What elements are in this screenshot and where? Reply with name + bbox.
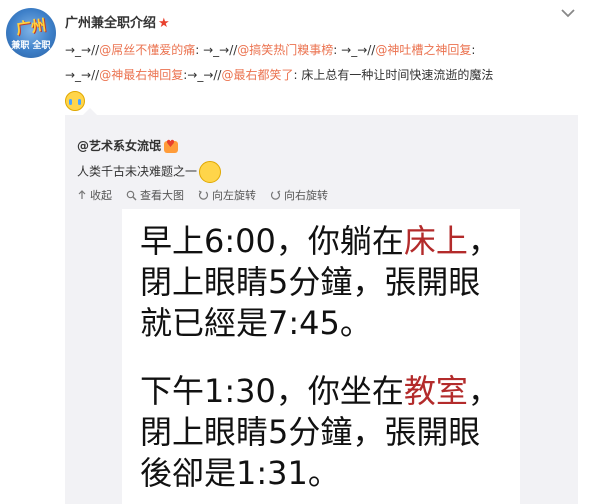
original-text-content: 人类千古未决难题之一 xyxy=(77,164,198,179)
mention-link[interactable]: @神吐槽之神回复 xyxy=(375,43,471,57)
rotate-left-button[interactable]: 向左旋转 xyxy=(198,187,256,203)
repost-arrow: →_→// xyxy=(187,68,222,82)
rotate-right-label: 向右旋转 xyxy=(284,189,328,202)
repost-card: @艺术系女流氓 人类千古未决难题之一 收起 查看大图 向左旋转 xyxy=(65,108,578,504)
magnifier-icon xyxy=(126,190,137,200)
arrow-up-icon xyxy=(78,190,86,199)
image-text: ， xyxy=(467,372,500,410)
mention-link[interactable]: @屌丝不懂爱的痛 xyxy=(99,43,195,57)
vip-badge-icon xyxy=(164,139,179,153)
mention-link[interactable]: @神最右神回复 xyxy=(99,68,183,82)
original-text: 人类千古未决难题之一 xyxy=(77,161,222,183)
original-author[interactable]: @艺术系女流氓 xyxy=(77,137,179,154)
image-highlight-text: 教室 xyxy=(403,372,468,410)
repost-arrow: →_→// xyxy=(65,43,100,57)
image-text: ， xyxy=(467,222,500,260)
repost-arrow: →_→// xyxy=(65,68,100,82)
separator-text: : xyxy=(333,43,342,57)
chevron-down-icon[interactable] xyxy=(561,8,575,18)
post-body-text: : 床上总有一种让时间快速流逝的魔法 xyxy=(293,68,494,82)
attached-image[interactable]: 早上6:00，你躺在床上， 閉上眼睛5分鐘，張開眼 就已經是7:45。 下午1:… xyxy=(122,209,520,504)
image-text: 早上6:00，你躺在 xyxy=(140,222,404,260)
image-line: 早上6:00，你躺在床上， xyxy=(140,221,500,261)
separator-text: : xyxy=(195,43,204,57)
separator-text: : xyxy=(471,43,476,57)
user-name-text[interactable]: 广州兼全职介绍 xyxy=(65,16,156,31)
user-name[interactable]: 广州兼全职介绍 ★ xyxy=(65,12,170,31)
original-author-name[interactable]: @艺术系女流氓 xyxy=(77,139,161,153)
image-line: 就已經是7:45。 xyxy=(140,304,372,342)
avatar-text-bottom: 兼职 全职 xyxy=(11,41,51,51)
view-large-button[interactable]: 查看大图 xyxy=(126,187,184,203)
repost-caret xyxy=(83,108,97,115)
image-line: 後卻是1:31。 xyxy=(140,454,340,492)
mention-link[interactable]: @最右都笑了 xyxy=(221,68,293,82)
post-text: →_→//@屌丝不懂爱的痛: →_→//@搞笑热门糗事榜: →_→//@神吐槽之… xyxy=(65,38,580,113)
mention-link[interactable]: @搞笑热门糗事榜 xyxy=(237,43,333,57)
rotate-left-label: 向左旋转 xyxy=(212,189,256,202)
collapse-label: 收起 xyxy=(90,189,112,202)
image-text: 下午1:30，你坐在 xyxy=(140,372,404,410)
avatar[interactable]: 广州 兼职 全职 xyxy=(6,8,56,58)
image-line: 閉上眼睛5分鐘，張開眼 xyxy=(140,413,481,451)
view-large-label: 查看大图 xyxy=(140,189,184,202)
avatar-text-top: 广州 xyxy=(14,15,48,38)
repost-arrow: →_→// xyxy=(203,43,238,57)
rotate-right-button[interactable]: 向右旋转 xyxy=(270,187,328,203)
image-toolbar: 收起 查看大图 向左旋转 向右旋转 xyxy=(77,187,328,203)
repost-arrow: →_→// xyxy=(341,43,376,57)
crying-emoji-icon xyxy=(65,90,85,111)
rotate-right-icon xyxy=(270,189,281,200)
image-line: 閉上眼睛5分鐘，張開眼 xyxy=(140,263,481,301)
image-highlight-text: 床上 xyxy=(403,222,468,260)
image-line: 下午1:30，你坐在教室， xyxy=(140,371,500,411)
star-icon: ★ xyxy=(158,16,170,31)
collapse-button[interactable]: 收起 xyxy=(77,187,112,203)
rotate-left-icon xyxy=(198,189,209,200)
thinking-emoji-icon xyxy=(199,161,222,183)
